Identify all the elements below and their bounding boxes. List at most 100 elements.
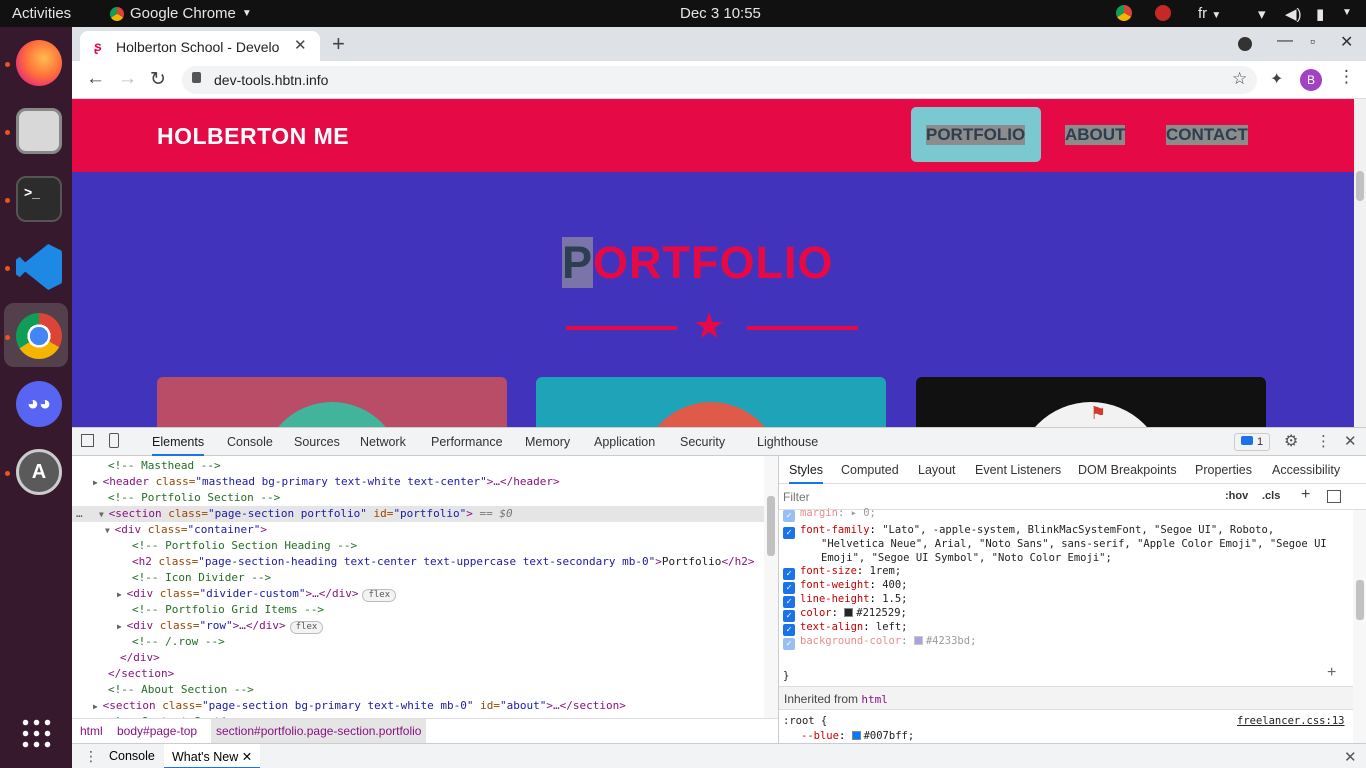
dom-node[interactable]: <!-- Portfolio Section Heading -->: [72, 538, 764, 554]
tab-console[interactable]: Console: [227, 435, 273, 449]
dom-node[interactable]: </section>: [72, 666, 764, 682]
portfolio-card-1[interactable]: [157, 377, 507, 427]
stylesheet-link[interactable]: freelancer.css:13: [1237, 714, 1344, 728]
breadcrumb-section[interactable]: section#portfolio.page-section.portfolio: [211, 719, 427, 743]
clock[interactable]: Dec 3 10:55: [680, 5, 761, 22]
flex-badge[interactable]: flex: [289, 621, 324, 634]
dom-node[interactable]: <h2 class="page-section-heading text-cen…: [72, 554, 764, 570]
style-property[interactable]: "Helvetica Neue", Arial, "Noto Sans", sa…: [821, 537, 1327, 551]
bookmark-star-icon[interactable]: ☆: [1232, 69, 1247, 89]
wifi-icon[interactable]: ▾: [1258, 5, 1266, 23]
close-tab-icon[interactable]: ✕: [242, 750, 252, 764]
show-apps-grid-icon[interactable]: [20, 717, 52, 749]
node-actions-icon[interactable]: …: [76, 506, 83, 522]
dom-node[interactable]: ▼ <div class="container">: [72, 522, 764, 538]
tab-dom-breakpoints[interactable]: DOM Breakpoints: [1078, 463, 1177, 477]
color-swatch[interactable]: [913, 636, 923, 645]
dock-vscode[interactable]: [4, 234, 68, 298]
dock-terminal[interactable]: >_: [4, 166, 68, 230]
style-property[interactable]: ✓ background-color: #4233bd;: [783, 634, 976, 650]
kebab-menu-icon[interactable]: ⋮: [1338, 67, 1355, 87]
devtools-kebab-icon[interactable]: ⋮: [1316, 432, 1331, 450]
tab-sources[interactable]: Sources: [294, 435, 340, 449]
dom-node[interactable]: <!-- Icon Divider -->: [72, 570, 764, 586]
dock-files[interactable]: [4, 98, 68, 162]
battery-icon[interactable]: ▮: [1316, 5, 1324, 23]
dom-node[interactable]: ▶ <div class="row">…</div> flex: [72, 618, 764, 634]
expand-arrow-icon[interactable]: ▼: [105, 526, 115, 535]
expand-arrow-icon[interactable]: ▶: [117, 622, 127, 631]
address-bar[interactable]: dev-tools.hbtn.info ☆: [182, 66, 1257, 94]
nav-link-about[interactable]: ABOUT: [1065, 125, 1126, 145]
expand-arrow-icon[interactable]: ▶: [93, 478, 103, 487]
color-swatch[interactable]: [851, 731, 861, 740]
close-window-button[interactable]: ✕: [1340, 32, 1353, 52]
mail-tray-icon[interactable]: [1155, 5, 1171, 21]
issues-badge[interactable]: 1: [1234, 433, 1271, 451]
tab-computed[interactable]: Computed: [841, 463, 899, 477]
drawer-menu-icon[interactable]: ⋮: [84, 748, 98, 765]
dock-software-updater[interactable]: A: [4, 439, 68, 503]
dom-node[interactable]: </div>: [72, 650, 764, 666]
chrome-tray-icon[interactable]: [1116, 5, 1132, 21]
dom-node[interactable]: <!-- Masthead -->: [72, 458, 764, 474]
avatar[interactable]: B: [1300, 69, 1322, 91]
dom-node[interactable]: ▶ <header class="masthead bg-primary tex…: [72, 474, 764, 490]
devtools-close-icon[interactable]: ✕: [1344, 432, 1357, 450]
expand-arrow-icon[interactable]: ▶: [117, 590, 127, 599]
styles-scrollbar[interactable]: [1353, 510, 1366, 743]
back-icon[interactable]: ←: [86, 68, 105, 90]
nav-link-contact[interactable]: CONTACT: [1166, 125, 1248, 145]
settings-gear-icon[interactable]: ⚙: [1284, 431, 1298, 451]
drawer-tab-whats-new[interactable]: What's New ✕: [164, 744, 261, 768]
portfolio-card-3[interactable]: ⚑: [916, 377, 1266, 427]
toggle-sidebar-icon[interactable]: [1327, 490, 1341, 503]
nav-link-portfolio[interactable]: PORTFOLIO: [926, 125, 1026, 145]
tab-styles[interactable]: Styles: [789, 463, 824, 484]
reload-icon[interactable]: ↻: [150, 68, 166, 91]
drawer-tab-console[interactable]: Console: [109, 749, 155, 763]
property-checkbox[interactable]: ✓: [783, 638, 795, 650]
maximize-button[interactable]: ▫: [1310, 33, 1315, 49]
tab-application[interactable]: Application: [594, 435, 655, 449]
tab-event-listeners[interactable]: Event Listeners: [975, 463, 1061, 477]
drawer-close-icon[interactable]: ✕: [1344, 748, 1357, 766]
dom-node[interactable]: ▶ <section class="page-section bg-primar…: [72, 698, 764, 714]
page-scrollbar[interactable]: [1354, 99, 1366, 427]
cls-toggle[interactable]: .cls: [1262, 490, 1280, 502]
tab-memory[interactable]: Memory: [525, 435, 570, 449]
styles-filter-input[interactable]: [783, 487, 1213, 507]
tab-layout[interactable]: Layout: [918, 463, 956, 477]
tab-lighthouse[interactable]: Lighthouse: [757, 435, 818, 449]
dock-discord[interactable]: ◕◕: [4, 371, 68, 435]
inspect-element-icon[interactable]: [81, 434, 94, 447]
tab-performance[interactable]: Performance: [431, 435, 503, 449]
hov-toggle[interactable]: :hov: [1225, 490, 1248, 502]
forward-icon[interactable]: →: [118, 68, 137, 90]
breadcrumb-body[interactable]: body#page-top: [117, 724, 197, 738]
language-indicator[interactable]: fr ▼: [1198, 5, 1221, 22]
tab-search-icon[interactable]: [1238, 37, 1252, 51]
browser-tab[interactable]: ʂ Holberton School - Develo ✕: [80, 31, 320, 61]
tab-network[interactable]: Network: [360, 435, 406, 449]
css-variable[interactable]: --blue: #007bff;: [801, 729, 914, 743]
expand-arrow-icon[interactable]: ▼: [99, 510, 109, 519]
elements-scrollbar[interactable]: [764, 456, 778, 718]
tab-close-icon[interactable]: ✕: [294, 36, 307, 54]
property-checkbox[interactable]: ✓: [783, 510, 795, 522]
volume-icon[interactable]: ◀): [1285, 5, 1302, 23]
portfolio-card-2[interactable]: [536, 377, 886, 427]
dom-node[interactable]: <!-- About Section -->: [72, 682, 764, 698]
dom-node[interactable]: <!-- /.row -->: [72, 634, 764, 650]
app-menu[interactable]: Google Chrome ▼: [110, 5, 252, 22]
dock-firefox[interactable]: [4, 30, 68, 94]
color-swatch[interactable]: [844, 608, 854, 617]
system-menu-chevron-icon[interactable]: ▼: [1342, 7, 1352, 18]
property-checkbox[interactable]: ✓: [783, 527, 795, 539]
tab-elements[interactable]: Elements: [152, 435, 205, 456]
dom-node[interactable]: ▶ <div class="divider-custom">…</div> fle…: [72, 586, 764, 602]
dom-node[interactable]: <!-- Portfolio Grid Items -->: [72, 602, 764, 618]
style-property[interactable]: Emoji", "Segoe UI Symbol", "Noto Color E…: [821, 551, 1112, 565]
extensions-icon[interactable]: ✦: [1270, 69, 1283, 89]
expand-arrow-icon[interactable]: ▶: [93, 702, 103, 711]
